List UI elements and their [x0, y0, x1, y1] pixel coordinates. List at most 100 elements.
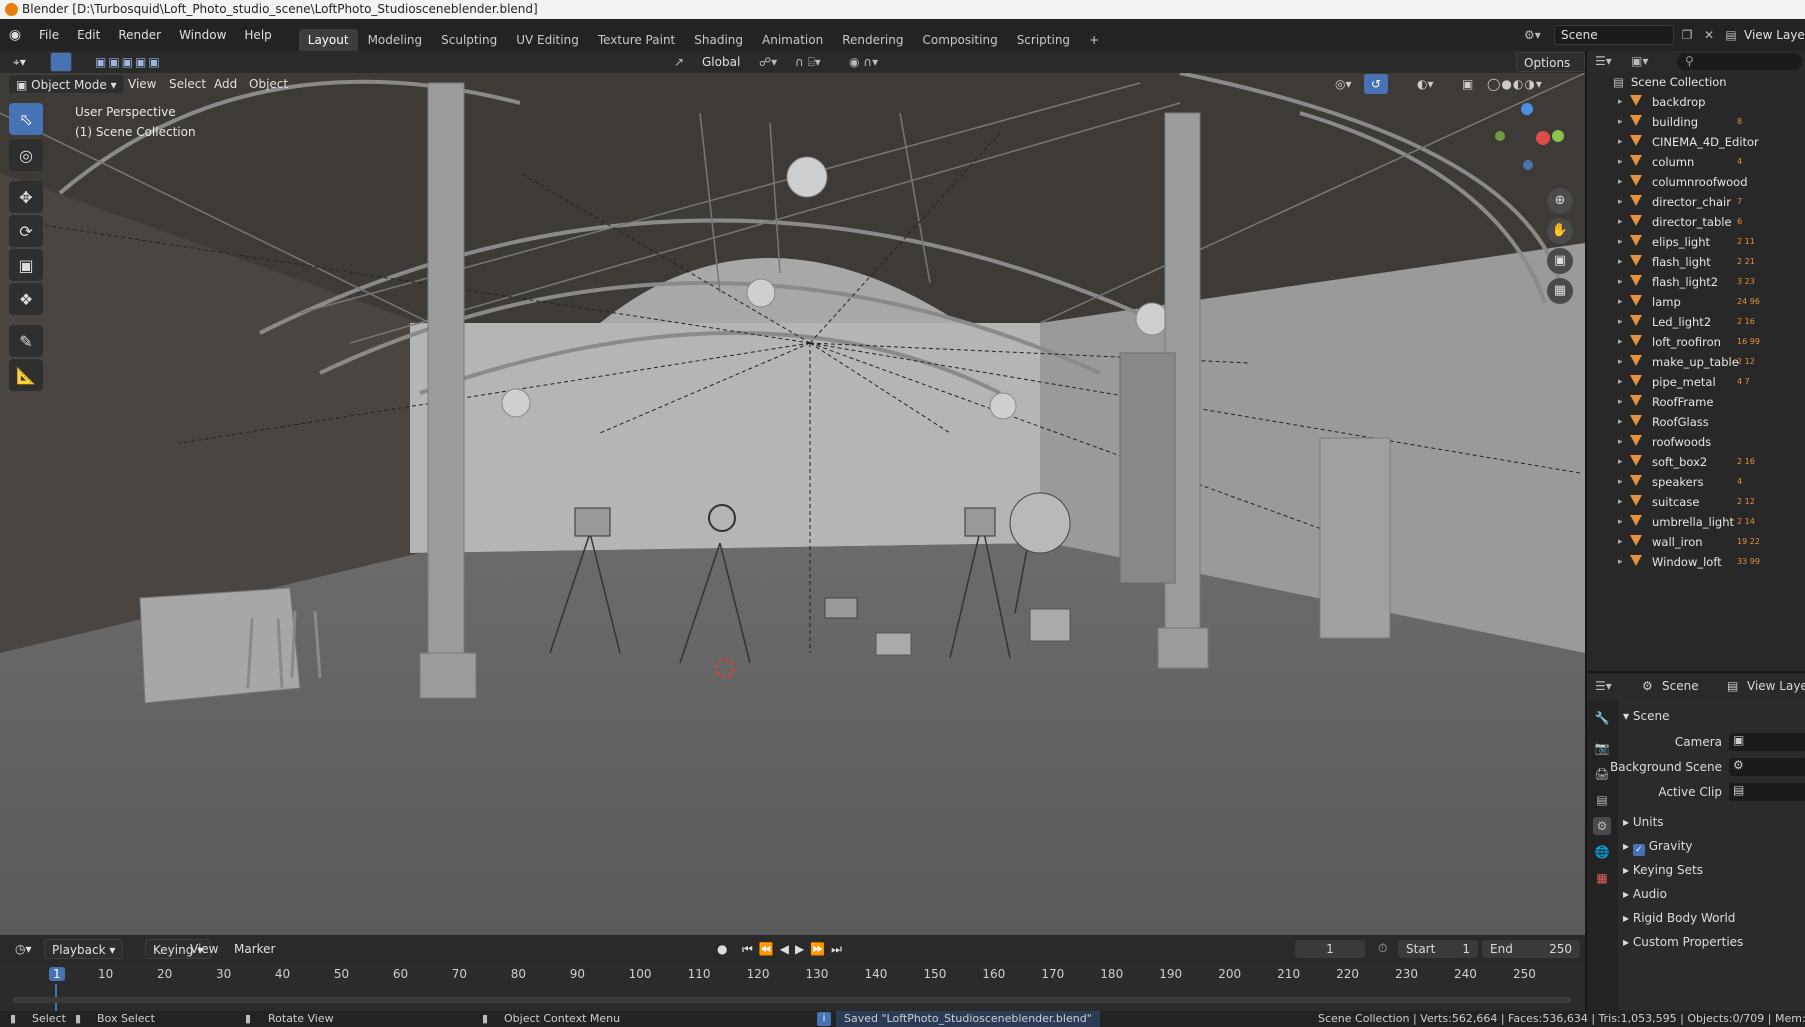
tab-animation[interactable]: Animation [753, 29, 832, 51]
expand-arrow-icon[interactable]: ▸ [1618, 472, 1623, 492]
tab-shading[interactable]: Shading [685, 29, 752, 51]
select-tool-icon[interactable] [50, 52, 72, 72]
timeline-view-menu[interactable]: View [183, 939, 225, 959]
panel-gravity[interactable]: ▸ ✓ Gravity [1623, 835, 1693, 857]
tab-texture-paint[interactable]: Texture Paint [589, 29, 684, 51]
expand-arrow-icon[interactable]: ▸ [1618, 132, 1623, 152]
marker-menu[interactable]: Marker [227, 939, 282, 959]
menu-help[interactable]: Help [235, 19, 280, 51]
view-layer-tab-icon[interactable]: ▤ [1727, 679, 1738, 693]
outliner-item[interactable]: ▸ director_chair 7 [1587, 192, 1805, 212]
rotate-tool-icon[interactable]: ⟳ [9, 215, 43, 247]
options-dropdown[interactable]: Options ▾ [1516, 52, 1585, 90]
mode-select[interactable]: ▣ Object Mode ▾ [8, 74, 125, 94]
background-scene-field[interactable]: ⚙ [1729, 758, 1805, 776]
menu-window[interactable]: Window [170, 19, 235, 51]
menu-render[interactable]: Render [109, 19, 170, 51]
expand-arrow-icon[interactable]: ▸ [1618, 192, 1623, 212]
scene-tab-icon[interactable]: ⚙ [1642, 679, 1653, 693]
outliner-item[interactable]: ▸ backdrop [1587, 92, 1805, 112]
transform-tool-icon[interactable]: ❖ [9, 283, 43, 315]
outliner-item[interactable]: ▸ umbrella_light 2 14 [1587, 512, 1805, 532]
view-layer-tab-label[interactable]: View Layer [1747, 679, 1805, 693]
shading-mode-icons[interactable]: ◯●◐◑▾ [1480, 74, 1550, 94]
menu-file[interactable]: File [30, 19, 68, 51]
menu-add[interactable]: Add [207, 74, 244, 94]
expand-arrow-icon[interactable]: ▸ [1618, 332, 1623, 352]
move-tool-icon[interactable]: ✥ [9, 181, 43, 213]
pivot-point-icon[interactable]: ☍▾ [752, 52, 784, 72]
outliner-item[interactable]: ▸ wall_iron 19 22 [1587, 532, 1805, 552]
selection-mode-icons[interactable]: ▣▣▣▣▣ [88, 52, 178, 72]
tab-uv-editing[interactable]: UV Editing [507, 29, 588, 51]
gravity-checkbox[interactable]: ✓ [1632, 844, 1645, 856]
outliner-item[interactable]: ▸ columnroofwood [1587, 172, 1805, 192]
measure-tool-icon[interactable]: 📐 [9, 359, 43, 391]
panel-audio[interactable]: ▸ Audio [1623, 883, 1667, 905]
expand-arrow-icon[interactable]: ▸ [1618, 452, 1623, 472]
neg-y-axis-icon[interactable] [1495, 131, 1505, 141]
y-axis-icon[interactable] [1552, 130, 1564, 142]
snap-icon[interactable]: ∩ ⌸▾ [788, 52, 828, 72]
neg-z-axis-icon[interactable] [1523, 160, 1533, 170]
tab-sculpting[interactable]: Sculpting [432, 29, 506, 51]
scene-name-field[interactable]: Scene [1554, 25, 1674, 45]
expand-arrow-icon[interactable]: ▸ [1618, 212, 1623, 232]
panel-units[interactable]: ▸ Units [1623, 811, 1664, 833]
outliner-item[interactable]: ▸ pipe_metal 4 7 [1587, 372, 1805, 392]
proportional-edit-icon[interactable]: ◉ ∩▾ [842, 52, 885, 72]
tab-layout[interactable]: Layout [298, 29, 358, 51]
delete-scene-icon[interactable]: ✕ [1700, 28, 1718, 42]
outliner-item[interactable]: ▸ CINEMA_4D_Editor [1587, 132, 1805, 152]
expand-arrow-icon[interactable]: ▸ [1618, 552, 1623, 572]
transform-orientation-select[interactable]: Global [695, 52, 745, 72]
x-axis-icon[interactable] [1536, 131, 1550, 145]
new-scene-icon[interactable]: ❐ [1678, 28, 1696, 42]
expand-arrow-icon[interactable]: ▸ [1618, 172, 1623, 192]
view-layer-label[interactable]: View Layer [1744, 28, 1805, 42]
menu-object[interactable]: Object [242, 74, 295, 94]
ortho-grid-icon[interactable]: ▦ [1547, 278, 1573, 304]
tab-scripting[interactable]: Scripting [1008, 29, 1079, 51]
outliner-item[interactable]: ▸ director_table 6 [1587, 212, 1805, 232]
outliner-item[interactable]: ▸ speakers 4 [1587, 472, 1805, 492]
expand-arrow-icon[interactable]: ▸ [1618, 492, 1623, 512]
preview-range-icon[interactable]: ⏱ [1378, 941, 1387, 956]
playback-controls-icons[interactable]: ⏮⏪◀▶⏩⏭ [735, 939, 855, 959]
z-axis-icon[interactable] [1521, 103, 1533, 115]
display-mode-icon[interactable]: ▣▾ [1631, 54, 1648, 68]
outliner-item[interactable]: ▸ loft_roofiron 16 99 [1587, 332, 1805, 352]
scene-tab-label[interactable]: Scene [1662, 679, 1699, 693]
outliner-item[interactable]: ▸ flash_light 2 21 [1587, 252, 1805, 272]
active-clip-field[interactable]: ▤ [1729, 783, 1805, 801]
expand-arrow-icon[interactable]: ▸ [1618, 352, 1623, 372]
expand-arrow-icon[interactable]: ▸ [1618, 252, 1623, 272]
scene-icon[interactable]: ⚙▾ [1524, 28, 1550, 42]
tool-tab-icon[interactable]: 🔧 [1593, 709, 1611, 727]
annotate-tool-icon[interactable]: ✎ [9, 325, 43, 357]
outliner-root[interactable]: ▤ Scene Collection [1587, 72, 1805, 92]
outliner-item[interactable]: ▸ roofwoods [1587, 432, 1805, 452]
scene-props-icon[interactable]: ⚙ [1593, 817, 1611, 835]
outliner-item[interactable]: ▸ lamp 24 96 [1587, 292, 1805, 312]
outliner-item[interactable]: ▸ building 8 [1587, 112, 1805, 132]
expand-arrow-icon[interactable]: ▸ [1618, 92, 1623, 112]
editor-type-icon[interactable]: ⌖▾ [6, 52, 36, 72]
tab-compositing[interactable]: Compositing [913, 29, 1006, 51]
timeline-area[interactable]: 1 10 20 30 40 50 60 70 80 90 100 110 120 130 140 150 160… [0, 963, 1585, 1011]
menu-select[interactable]: Select [162, 74, 213, 94]
camera-field[interactable]: ▣ [1729, 733, 1805, 751]
expand-arrow-icon[interactable]: ▸ [1618, 412, 1623, 432]
overlay-icon[interactable]: ◐▾ [1410, 74, 1441, 94]
add-workspace-icon[interactable]: + [1080, 29, 1108, 51]
panel-custom-properties[interactable]: ▸ Custom Properties [1623, 931, 1743, 953]
menu-view[interactable]: View [121, 74, 163, 94]
tab-rendering[interactable]: Rendering [833, 29, 912, 51]
timeline-editor-icon[interactable]: ◷▾ [8, 939, 39, 959]
outliner-item[interactable]: ▸ soft_box2 2 16 [1587, 452, 1805, 472]
expand-arrow-icon[interactable]: ▸ [1618, 512, 1623, 532]
outliner-item[interactable]: ▸ suitcase 2 12 [1587, 492, 1805, 512]
record-icon[interactable]: ● [710, 939, 734, 959]
current-frame-field[interactable]: 1 [1295, 940, 1365, 958]
expand-arrow-icon[interactable]: ▸ [1618, 152, 1623, 172]
